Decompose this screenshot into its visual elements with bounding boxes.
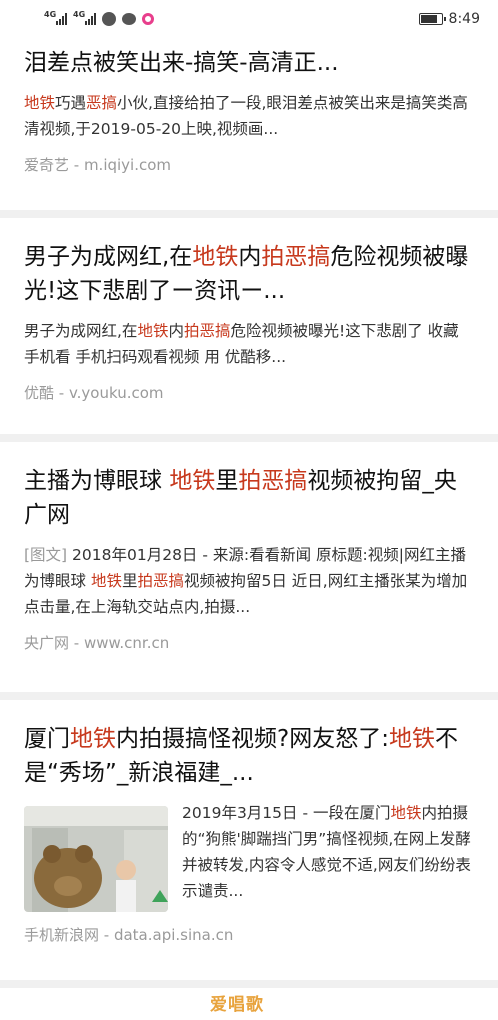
result-source: 优酷 - v.youku.com: [24, 384, 164, 402]
result-snippet: 男子为成网红,在地铁内拍恶搞危险视频被曝光!这下悲剧了 收藏 手机看 手机扫码观…: [24, 318, 474, 370]
result-card[interactable]: 男子为成网红,在地铁内拍恶搞危险视频被曝光!这下悲剧了ー资讯ー... 男子为成网…: [0, 218, 498, 434]
highlight-keyword: 地铁: [390, 804, 422, 822]
result-tag: [图文]: [24, 546, 68, 564]
highlight-keyword: 地铁: [169, 468, 216, 494]
text-segment: 巧遇: [55, 94, 87, 112]
result-title[interactable]: 男子为成网红,在地铁内拍恶搞危险视频被曝光!这下悲剧了ー资讯ー...: [24, 218, 474, 308]
text-segment: 男子为成网红,在: [24, 244, 193, 270]
text-segment: 厦门: [24, 726, 70, 752]
result-snippet: 地铁巧遇恶搞小伙,直接给拍了一段,眼泪差点被笑出来是搞笑类高清视频,于2019-…: [24, 90, 474, 142]
text-segment: 内: [168, 322, 184, 340]
text-segment: 2019年3月15日 - 一段在厦门: [182, 804, 391, 822]
highlight-keyword: 地铁: [137, 322, 169, 340]
result-card[interactable]: 厦门地铁内拍摄搞怪视频?网友怒了:地铁不是“秀场”_新浪福建_... 2019年…: [0, 700, 498, 980]
video-thumbnail[interactable]: [24, 806, 168, 912]
app-icon: [142, 13, 154, 25]
result-card[interactable]: 主播为博眼球 地铁里拍恶搞视频被拘留_央广网 [图文] 2018年01月28日 …: [0, 442, 498, 692]
text-segment: 主播为博眼球: [24, 468, 170, 494]
signal-icon: 4G: [44, 11, 67, 25]
chat-icon: [122, 13, 136, 25]
text-segment: 泪差点被笑出来-搞笑-高清正...: [24, 50, 339, 76]
clock: 8:49: [448, 11, 480, 27]
highlight-keyword: 地铁: [388, 726, 435, 752]
highlight-keyword: 地铁: [90, 572, 122, 590]
highlight-keyword: 恶搞: [86, 94, 118, 112]
highlight-keyword: 拍恶搞: [261, 244, 331, 270]
text-segment: 内: [238, 244, 262, 270]
highlight-keyword: 拍恶搞: [238, 468, 308, 494]
highlight-keyword: 拍恶搞: [183, 322, 231, 340]
result-card[interactable]: 泪差点被笑出来-搞笑-高清正... 地铁巧遇恶搞小伙,直接给拍了一段,眼泪差点被…: [0, 38, 498, 210]
signal-icon-2: 4G: [73, 11, 96, 25]
text-segment: 内拍摄搞怪视频?网友怒了:: [116, 726, 389, 752]
result-title[interactable]: 主播为博眼球 地铁里拍恶搞视频被拘留_央广网: [24, 442, 474, 532]
battery-icon: [418, 13, 446, 25]
result-snippet: 2019年3月15日 - 一段在厦门地铁内拍摄的“狗熊'脚踹挡门男”搞怪视频,在…: [182, 800, 474, 912]
highlight-keyword: 地铁: [24, 94, 56, 112]
watermark-text: 爱唱歌: [210, 995, 264, 1015]
result-source: 爱奇艺 - m.iqiyi.com: [24, 156, 172, 174]
result-title[interactable]: 泪差点被笑出来-搞笑-高清正...: [24, 38, 474, 80]
text-segment: 男子为成网红,在: [24, 322, 138, 340]
result-source: 手机新浪网 - data.api.sina.cn: [24, 926, 234, 944]
text-segment: 里: [121, 572, 138, 590]
result-title[interactable]: 厦门地铁内拍摄搞怪视频?网友怒了:地铁不是“秀场”_新浪福建_...: [24, 700, 474, 790]
status-bar: 4G 4G 8:49: [0, 0, 498, 38]
result-snippet: [图文] 2018年01月28日 - 来源:看看新闻 原标题:视频|网红主播为博…: [24, 542, 474, 620]
result-source: 央广网 - www.cnr.cn: [24, 634, 170, 652]
highlight-keyword: 地铁: [70, 726, 116, 752]
highlight-keyword: 地铁: [192, 244, 239, 270]
app-notification-icon: [102, 12, 116, 26]
text-segment: 里: [215, 468, 239, 494]
highlight-keyword: 拍恶搞: [137, 572, 184, 590]
